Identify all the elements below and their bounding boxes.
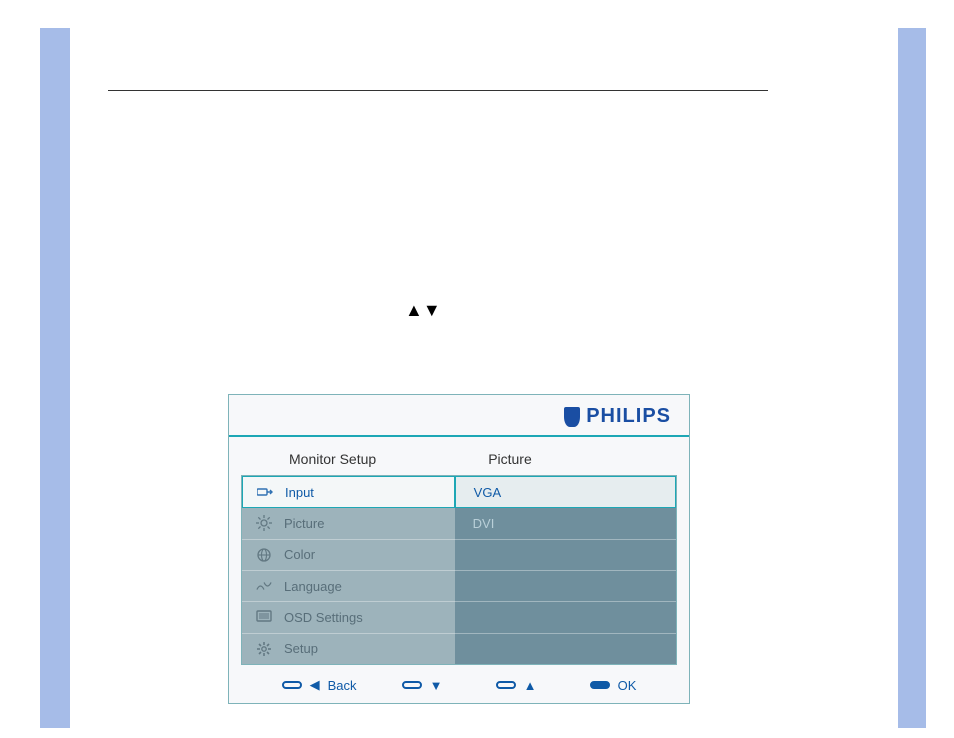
- ok-label: OK: [618, 678, 637, 693]
- menu-item-language[interactable]: Language: [242, 571, 455, 602]
- down-button[interactable]: ▼: [402, 678, 451, 693]
- menu-item-input[interactable]: Input: [242, 476, 455, 508]
- brightness-icon: [256, 515, 272, 531]
- submenu-item-empty: [455, 571, 676, 602]
- menu-item-label: Input: [285, 485, 314, 500]
- globe-icon: [256, 547, 272, 563]
- pill-icon: [282, 681, 302, 689]
- page-side-strip-right: [898, 28, 926, 728]
- osd-footer: ◀ Back ▼ ▲ OK: [229, 667, 689, 703]
- menu-item-color[interactable]: Color: [242, 540, 455, 571]
- submenu-item-empty: [455, 602, 676, 633]
- brand-underline: [229, 435, 689, 437]
- back-label: Back: [328, 678, 357, 693]
- gear-icon: [256, 641, 272, 657]
- menu-item-osd-settings[interactable]: OSD Settings: [242, 602, 455, 633]
- osd-panel: PHILIPS Monitor Setup Picture Input Pict…: [228, 394, 690, 704]
- submenu-item-empty: [455, 540, 676, 571]
- submenu-item-label: VGA: [474, 485, 501, 500]
- content-area: [108, 60, 768, 91]
- up-button[interactable]: ▲: [496, 678, 545, 693]
- menu-item-setup[interactable]: Setup: [242, 634, 455, 664]
- chevron-up-icon: ▲: [524, 678, 537, 693]
- language-icon: [256, 578, 272, 594]
- ok-button[interactable]: OK: [590, 678, 637, 693]
- chevron-left-icon: ◀: [310, 677, 320, 693]
- header-right: Picture: [468, 445, 689, 473]
- brand-logo: PHILIPS: [564, 405, 671, 428]
- back-button[interactable]: ◀ Back: [282, 677, 357, 693]
- input-icon: [257, 484, 273, 500]
- menu-left-column: Input Picture Color Language: [242, 476, 455, 664]
- screen-icon: [256, 609, 272, 625]
- inline-up-down-arrows: ▲▼: [405, 300, 441, 321]
- submenu-item-label: DVI: [473, 516, 495, 531]
- pill-icon: [496, 681, 516, 689]
- submenu-item-empty: [455, 634, 676, 664]
- menu-item-label: OSD Settings: [284, 610, 363, 625]
- page-side-strip-left: [40, 28, 70, 728]
- menu-right-column: VGA DVI: [455, 476, 676, 664]
- header-left: Monitor Setup: [229, 445, 468, 473]
- chevron-down-icon: ▼: [430, 678, 443, 693]
- pill-icon: [402, 681, 422, 689]
- menu-item-picture[interactable]: Picture: [242, 508, 455, 539]
- brand-shield-icon: [564, 407, 580, 427]
- menu-item-label: Setup: [284, 641, 318, 656]
- pill-icon: [590, 681, 610, 689]
- menu-item-label: Color: [284, 547, 315, 562]
- submenu-item-dvi[interactable]: DVI: [455, 508, 676, 539]
- divider-line: [108, 90, 768, 91]
- column-headers: Monitor Setup Picture: [229, 445, 689, 473]
- menu-block: Input Picture Color Language: [241, 475, 677, 665]
- brand-text: PHILIPS: [586, 405, 671, 428]
- menu-item-label: Picture: [284, 516, 324, 531]
- submenu-item-vga[interactable]: VGA: [455, 476, 676, 508]
- menu-item-label: Language: [284, 579, 342, 594]
